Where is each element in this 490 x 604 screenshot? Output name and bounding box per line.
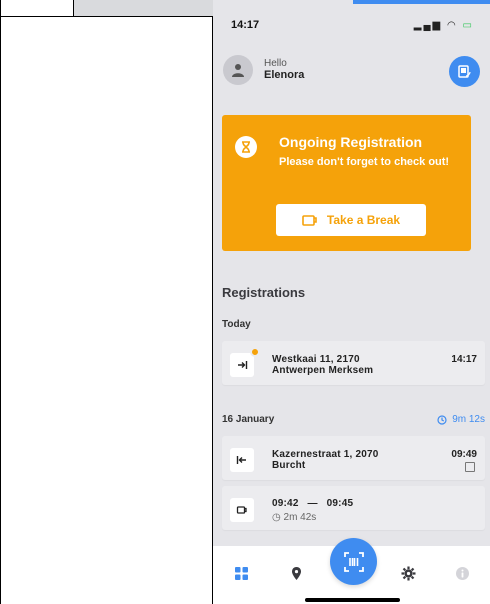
break-time-range: 09:42 — 09:45 (272, 498, 353, 509)
top-blue-strip (353, 0, 490, 4)
blank-left-panel (0, 0, 213, 604)
location-pin-icon (291, 566, 301, 580)
status-time: 14:17 (231, 19, 260, 31)
user-header: Hello Elenora (223, 55, 480, 89)
nav-locations[interactable] (287, 564, 305, 582)
active-indicator-dot (250, 347, 260, 357)
address-line-1: Westkaai 11, 2170 (272, 354, 360, 365)
ongoing-subtitle: Please don't forget to check out! (279, 156, 450, 168)
clock-icon: ◷ (272, 512, 281, 523)
registration-address: Westkaai 11, 2170 Antwerpen Merksem (272, 354, 373, 376)
person-icon (232, 64, 244, 77)
nav-dashboard[interactable] (232, 564, 250, 582)
barcode-scan-icon (343, 551, 364, 572)
screenshot-frame: 14:17 ▂▄▆ ◠ ▭ Hello Elenora Ongoing Regi… (0, 0, 490, 604)
id-card-button[interactable] (449, 56, 480, 87)
user-name: Elenora (264, 69, 305, 81)
avatar[interactable] (223, 55, 253, 85)
id-card-icon (458, 65, 471, 78)
break-item[interactable]: 09:42 — 09:45 ◷ 2m 42s (222, 486, 485, 530)
phone-screen: 14:17 ▂▄▆ ◠ ▭ Hello Elenora Ongoing Regi… (213, 0, 490, 604)
left-border (0, 0, 1, 604)
group-label-date: 16 January (222, 414, 275, 425)
info-icon (455, 566, 469, 580)
scan-button[interactable] (330, 538, 377, 585)
break-start: 09:42 (272, 498, 299, 509)
registrations-title: Registrations (222, 285, 306, 300)
take-break-label: Take a Break (326, 213, 401, 227)
break-end: 09:45 (326, 498, 354, 509)
take-break-button[interactable]: Take a Break (276, 204, 426, 236)
registration-time: 14:17 (451, 354, 477, 365)
clock-icon (437, 414, 447, 425)
home-indicator (305, 598, 400, 602)
signal-icon: ▂▄▆ (413, 20, 443, 31)
ongoing-title: Ongoing Registration (279, 134, 423, 150)
ongoing-registration-card: Ongoing Registration Please don't forget… (222, 115, 471, 251)
registration-time: 09:49 (451, 449, 477, 460)
top-gray-strip (73, 0, 213, 16)
registration-address: Kazernestraat 1, 2070 Burcht (272, 449, 379, 471)
greeting-block: Hello Elenora (264, 58, 304, 82)
status-icons: ▂▄▆ ◠ ▭ (414, 20, 474, 31)
address-line-2: Burcht (272, 460, 306, 471)
badge-icon (465, 462, 475, 472)
registration-item[interactable]: Kazernestraat 1, 2070 Burcht 09:49 (222, 436, 485, 480)
check-in-icon (230, 353, 254, 377)
address-line-1: Kazernestraat 1, 2070 (272, 449, 379, 460)
check-out-icon (230, 448, 254, 472)
nav-info[interactable] (453, 564, 471, 582)
registration-item[interactable]: Westkaai 11, 2170 Antwerpen Merksem 14:1… (222, 341, 485, 385)
status-bar: 14:17 ▂▄▆ ◠ ▭ (213, 14, 490, 38)
group-duration-value: 9m 12s (452, 414, 485, 425)
group-duration: 9m 12s (437, 414, 485, 425)
group-label-today: Today (222, 319, 251, 330)
greeting-label: Hello (264, 58, 287, 69)
coffee-cup-icon (302, 214, 317, 226)
grid-icon (234, 566, 248, 580)
battery-icon: ▭ (462, 20, 474, 31)
break-duration: ◷ 2m 42s (272, 512, 316, 523)
top-divider (0, 16, 213, 17)
address-line-2: Antwerpen Merksem (272, 365, 374, 376)
wifi-icon: ◠ (447, 20, 458, 31)
coffee-cup-icon (230, 498, 254, 522)
break-dash: — (307, 498, 318, 509)
nav-settings[interactable] (399, 564, 417, 582)
gear-icon (401, 566, 415, 580)
break-duration-value: 2m 42s (283, 512, 317, 523)
hourglass-icon (235, 136, 257, 158)
